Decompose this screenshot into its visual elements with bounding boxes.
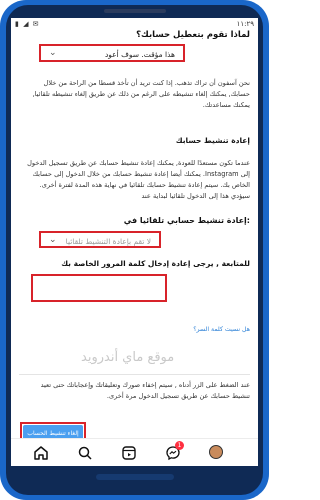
messenger-icon[interactable]: 1 (165, 441, 184, 461)
reactivate-heading: إعادة تنشيط حسابك (175, 136, 250, 145)
deactivate-form: لماذا تقوم بتعطيل حسابك؟ هذا مؤقت. سوف أ… (11, 30, 258, 455)
status-bar: ▮ ◢ ✉ ١١:٢٩ (11, 18, 258, 30)
search-icon[interactable] (77, 445, 93, 461)
intro-text: نحن آسفون أن تراك تذهب. إذا كنت تريد أن … (32, 79, 250, 109)
footer-text: عند الضغط على الزر أدناه , سيتم إخفاء صو… (40, 381, 250, 400)
status-icons: ▮ ◢ ✉ (15, 20, 40, 28)
reason-select[interactable]: هذا مؤقت. سوف أعود ⌄ (39, 44, 185, 62)
status-time: ١١:٢٩ (236, 20, 254, 28)
reactivate-text: عندما تكون مستعدًا للعودة, يمكنك إعادة ت… (27, 159, 250, 200)
profile-avatar[interactable] (209, 445, 225, 461)
reason-select-value: هذا مؤقت. سوف أعود (104, 50, 175, 59)
bottom-nav: 1 (11, 438, 258, 466)
home-icon[interactable] (33, 445, 49, 461)
screen: ▮ ◢ ✉ ١١:٢٩ لماذا تقوم بتعطيل حسابك؟ هذا… (11, 18, 258, 466)
avatar (209, 445, 223, 459)
reels-icon[interactable] (121, 445, 137, 461)
password-label: للمتابعة , يرجى إعادة إدخال كلمة المرور … (61, 259, 250, 268)
auto-reactivate-value: لا تقم بإعادة التنشيط تلقائيا (65, 237, 151, 246)
notification-badge: 1 (175, 441, 184, 450)
home-indicator (96, 474, 174, 480)
phone-speaker (104, 9, 166, 13)
divider (19, 374, 250, 375)
watermark: موقع ماي أندرويد (81, 350, 175, 365)
reason-question: لماذا تقوم بتعطيل حسابك؟ (136, 30, 250, 40)
auto-reactivate-label: :إعادة تنشيط حسابي تلقائيا في (123, 216, 250, 225)
password-field[interactable] (31, 274, 167, 302)
forgot-password-link[interactable]: هل نسيت كلمة السر؟ (193, 326, 250, 333)
auto-reactivate-select[interactable]: لا تقم بإعادة التنشيط تلقائيا ⌄ (39, 231, 161, 248)
chevron-down-icon: ⌄ (49, 48, 57, 58)
chevron-down-icon: ⌄ (49, 235, 57, 245)
